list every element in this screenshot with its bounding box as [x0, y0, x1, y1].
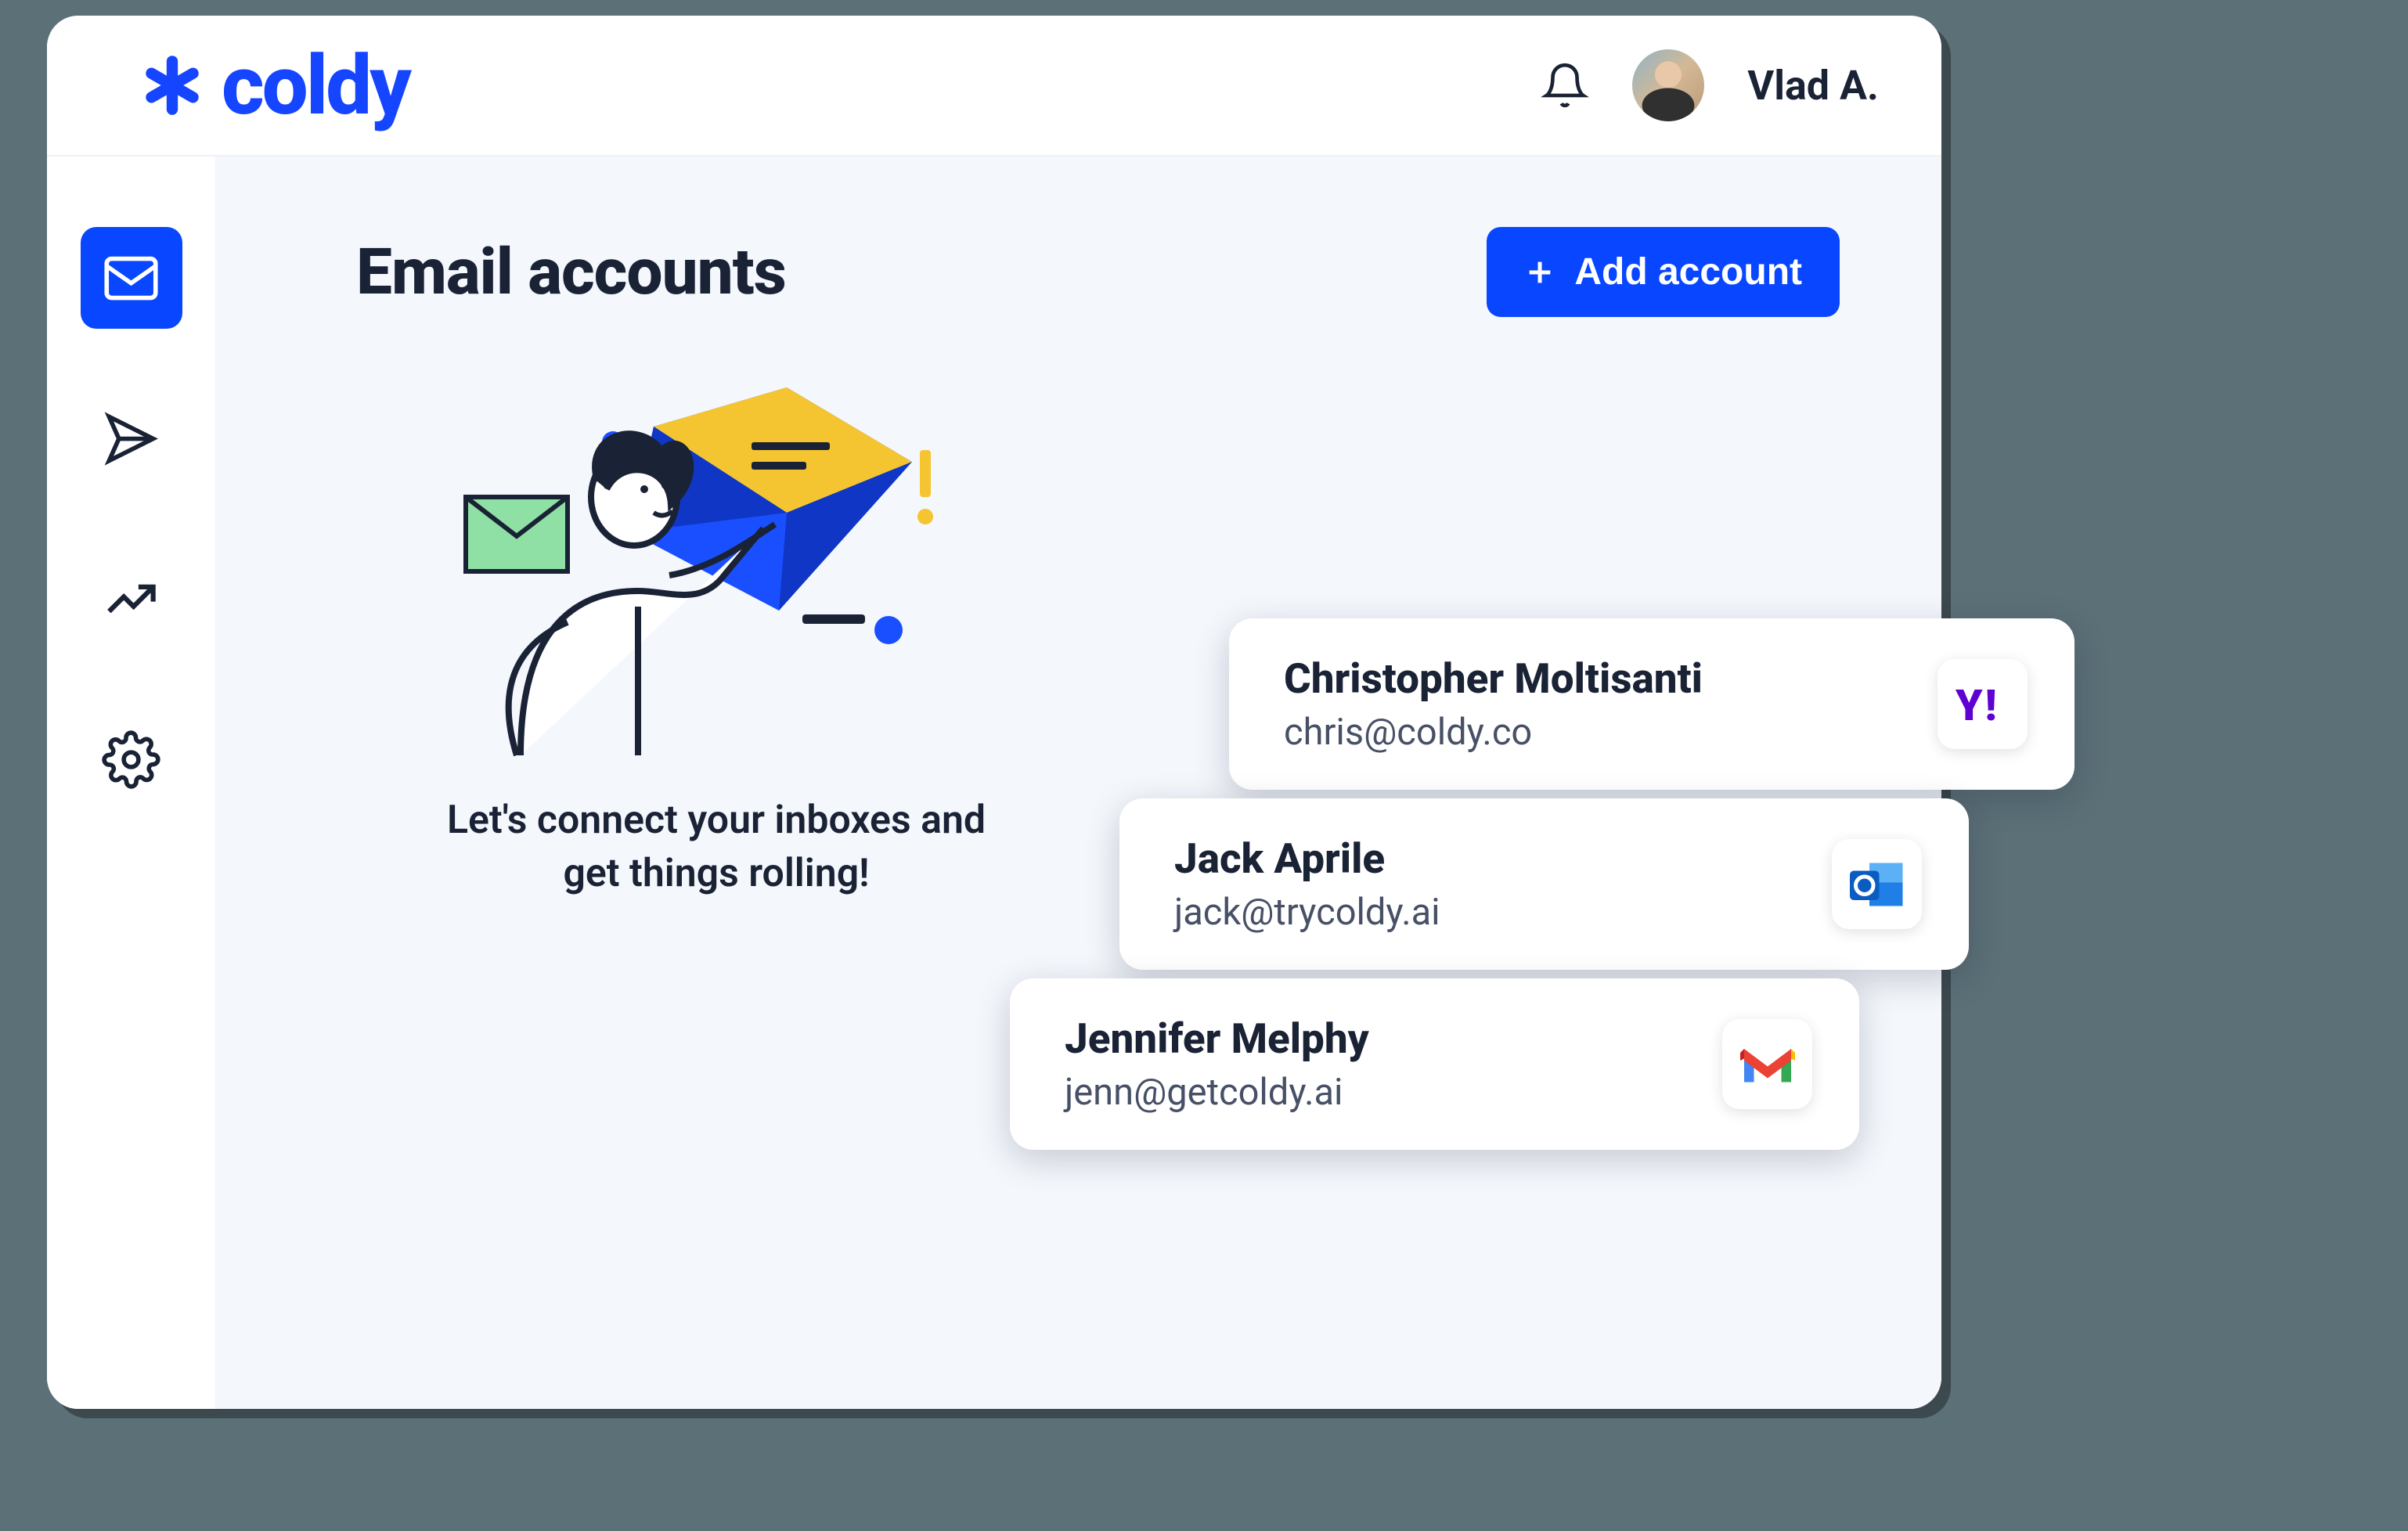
account-email: jenn@getcoldy.ai [1065, 1071, 1722, 1114]
empty-state-text: Let's connect your inboxes and get thing… [356, 794, 1076, 900]
add-account-button[interactable]: Add account [1487, 227, 1840, 317]
send-icon [102, 409, 160, 468]
sidebar-item-send[interactable] [81, 387, 182, 489]
mail-icon [102, 249, 160, 308]
gmail-icon [1722, 1019, 1812, 1109]
sidebar-item-analytics[interactable] [81, 548, 182, 650]
empty-state-illustration: Let's connect your inboxes and get thing… [388, 356, 1014, 900]
account-name: Jack Aprile [1174, 834, 1832, 883]
plus-icon [1524, 257, 1555, 288]
user-name[interactable]: Vlad A. [1747, 62, 1879, 110]
account-card[interactable]: Jack Aprile jack@trycoldy.ai [1119, 798, 1969, 970]
account-name: Jennifer Melphy [1065, 1014, 1722, 1063]
brand-name: coldy [222, 38, 409, 134]
svg-text:!: ! [1984, 681, 1996, 731]
main-header: Email accounts Add account [356, 227, 1879, 317]
app-window: coldy Vlad A. [47, 16, 1941, 1409]
notifications-icon[interactable] [1541, 61, 1589, 110]
sidebar-item-inbox[interactable] [81, 227, 182, 329]
outlook-icon [1832, 839, 1922, 929]
brand-logo[interactable]: coldy [137, 38, 409, 134]
sidebar [47, 157, 215, 1409]
gear-icon [102, 730, 160, 789]
yahoo-icon: Y! [1938, 659, 2028, 749]
add-account-label: Add account [1574, 250, 1802, 294]
header-actions: Vlad A. [1541, 49, 1879, 121]
sidebar-item-settings[interactable] [81, 708, 182, 810]
account-email: jack@trycoldy.ai [1174, 891, 1832, 934]
account-name: Christopher Moltisanti [1284, 654, 1938, 703]
account-card[interactable]: Christopher Moltisanti chris@coldy.co Y! [1229, 618, 2075, 790]
trending-icon [102, 570, 160, 629]
app-header: coldy Vlad A. [47, 16, 1941, 157]
user-avatar[interactable] [1632, 49, 1704, 121]
logo-asterisk-icon [137, 50, 207, 121]
svg-text:Y: Y [1955, 681, 1983, 731]
account-email: chris@coldy.co [1284, 711, 1938, 754]
account-card[interactable]: Jennifer Melphy jenn@getcoldy.ai [1010, 978, 1859, 1150]
page-title: Email accounts [356, 235, 786, 310]
